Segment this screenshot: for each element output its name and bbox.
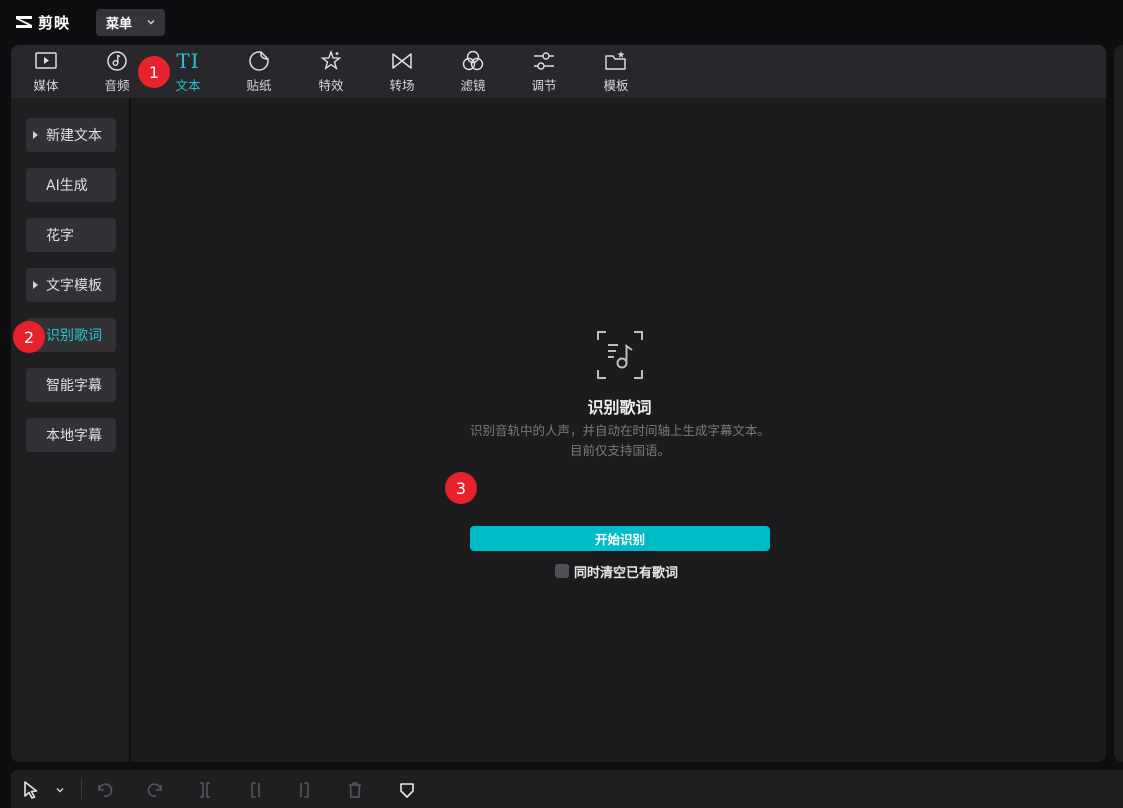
sidebar-item-new-text[interactable]: 新建文本 <box>26 118 116 152</box>
sidebar-item-label: 本地字幕 <box>46 428 102 444</box>
lyrics-recognition-icon <box>597 331 643 379</box>
select-tool-button[interactable] <box>21 780 41 800</box>
lyrics-content: 识别歌词 识别音轨中的人声，并自动在时间轴上生成字幕文本。目前仅支持国语。 开始… <box>133 98 1106 762</box>
trim-left-button[interactable] <box>245 780 265 800</box>
capcut-logo-icon <box>16 16 32 28</box>
caret-right-icon <box>33 281 38 289</box>
shield-marker-icon <box>400 783 414 798</box>
split-icon <box>200 782 210 798</box>
tab-transition-label: 转场 <box>389 78 415 93</box>
tab-filter-label: 滤镜 <box>460 78 486 93</box>
sidebar-item-ai-generate[interactable]: AI生成 <box>26 168 116 202</box>
tab-filter[interactable]: 滤镜 <box>443 49 503 95</box>
page-title: 识别歌词 <box>587 398 652 417</box>
chevron-down-icon <box>147 19 155 25</box>
timeline-toolbar <box>11 770 1123 808</box>
sidebar-item-text-template[interactable]: 文字模板 <box>26 268 116 302</box>
sidebar-item-label: 新建文本 <box>46 128 102 144</box>
trash-icon <box>349 782 361 798</box>
transition-icon <box>392 53 412 69</box>
text-icon: TI <box>176 49 200 73</box>
right-panel-edge <box>1114 45 1123 762</box>
menu-label: 菜单 <box>106 17 133 32</box>
toolbar-divider <box>81 779 82 799</box>
redo-icon <box>147 783 162 797</box>
marker-button[interactable] <box>397 780 417 800</box>
filter-icon <box>462 50 484 71</box>
delete-button[interactable] <box>345 780 365 800</box>
step-marker-2: 2 <box>13 321 45 353</box>
tab-effects-label: 特效 <box>318 78 344 93</box>
category-toolbar: 媒体 音频 TI 文本 贴纸 特效 转场 滤镜 调节 模板 <box>11 45 1106 98</box>
material-panel: 媒体 音频 TI 文本 贴纸 特效 转场 滤镜 调节 模板 新建文本 AI生成 … <box>11 45 1106 762</box>
caret-right-icon <box>33 131 38 139</box>
sidebar-item-label: AI生成 <box>46 178 88 194</box>
tab-sticker[interactable]: 贴纸 <box>229 49 289 95</box>
sidebar-item-local-subtitles[interactable]: 本地字幕 <box>26 418 116 452</box>
step-marker-3: 3 <box>445 472 477 504</box>
app-logo: 剪映 <box>14 11 70 33</box>
start-recognition-button[interactable]: 开始识别 <box>470 526 770 551</box>
title-bar: 剪映 菜单 <box>0 0 1123 44</box>
sidebar-item-label: 识别歌词 <box>46 328 102 344</box>
adjust-icon <box>534 52 554 70</box>
sidebar-item-smart-subtitles[interactable]: 智能字幕 <box>26 368 116 402</box>
tab-transition[interactable]: 转场 <box>372 49 432 95</box>
sidebar-item-label: 花字 <box>46 228 74 244</box>
tab-sticker-label: 贴纸 <box>246 78 272 93</box>
sidebar-item-fancy-text[interactable]: 花字 <box>26 218 116 252</box>
chevron-down-icon <box>56 787 64 793</box>
clear-lyrics-checkbox[interactable] <box>555 564 569 578</box>
app-name: 剪映 <box>38 13 71 32</box>
tab-media[interactable]: 媒体 <box>16 49 76 95</box>
select-tool-dropdown[interactable] <box>50 780 70 800</box>
cursor-icon <box>24 781 38 799</box>
sidebar-item-label: 智能字幕 <box>46 378 102 394</box>
text-sidebar: 新建文本 AI生成 花字 文字模板 识别歌词 智能字幕 本地字幕 <box>11 98 131 762</box>
menu-button[interactable]: 菜单 <box>96 9 165 36</box>
undo-button[interactable] <box>95 780 115 800</box>
tab-adjust-label: 调节 <box>531 78 557 93</box>
audio-icon <box>107 51 127 71</box>
sidebar-item-label: 文字模板 <box>46 278 102 294</box>
step-marker-1: 1 <box>138 56 170 88</box>
trim-right-button[interactable] <box>295 780 315 800</box>
template-icon <box>605 51 626 70</box>
description-text: 识别音轨中的人声，并自动在时间轴上生成字幕文本。目前仅支持国语。 <box>470 423 771 458</box>
tab-adjust[interactable]: 调节 <box>514 49 574 95</box>
tab-template-label: 模板 <box>603 78 629 93</box>
tab-template[interactable]: 模板 <box>586 49 646 95</box>
media-icon <box>35 52 57 69</box>
trim-right-icon <box>300 782 309 798</box>
tab-audio-label: 音频 <box>104 78 130 93</box>
effects-icon <box>320 50 342 71</box>
undo-icon <box>98 783 113 797</box>
tab-effects[interactable]: 特效 <box>301 49 361 95</box>
trim-left-icon <box>251 782 260 798</box>
split-button[interactable] <box>195 780 215 800</box>
clear-lyrics-option[interactable]: 同时清空已有歌词 <box>555 563 679 581</box>
redo-button[interactable] <box>145 780 165 800</box>
clear-lyrics-label: 同时清空已有歌词 <box>574 565 679 581</box>
tab-media-label: 媒体 <box>33 78 59 93</box>
tab-text-label: 文本 <box>175 78 201 93</box>
sticker-icon <box>249 51 269 71</box>
